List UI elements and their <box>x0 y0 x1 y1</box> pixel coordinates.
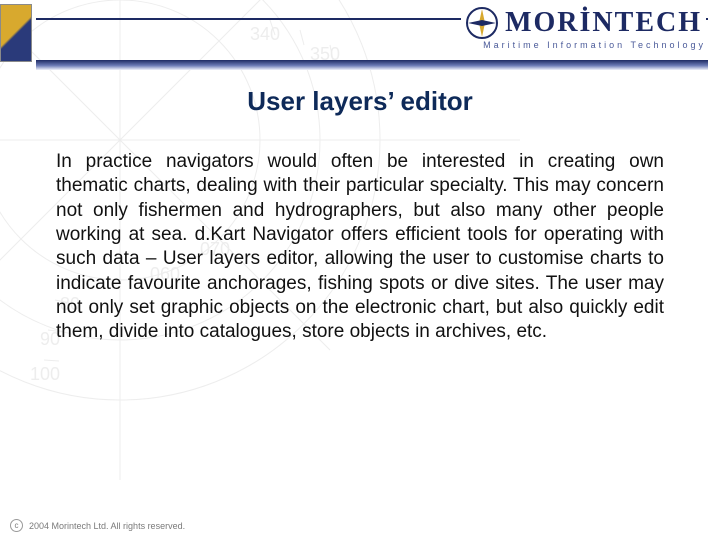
accent-square-icon <box>0 4 32 62</box>
footer-copyright: c 2004 Morintech Ltd. All rights reserve… <box>10 519 185 532</box>
slide-body-paragraph: In practice navigators would often be in… <box>56 150 664 345</box>
footer-text: 2004 Morintech Ltd. All rights reserved. <box>29 521 185 531</box>
header-gradient-bar <box>36 60 708 70</box>
svg-text:100: 100 <box>30 364 60 384</box>
compass-logo-icon <box>465 6 499 40</box>
brand-logo: MORİNTECH <box>461 6 706 42</box>
slide-title: User layers’ editor <box>0 86 720 117</box>
copyright-icon: c <box>10 519 23 532</box>
brand-name: MORİNTECH <box>505 9 702 37</box>
brand-tagline: Maritime Information Technology <box>483 40 706 50</box>
slide-header: MORİNTECH Maritime Information Technolog… <box>0 0 720 74</box>
